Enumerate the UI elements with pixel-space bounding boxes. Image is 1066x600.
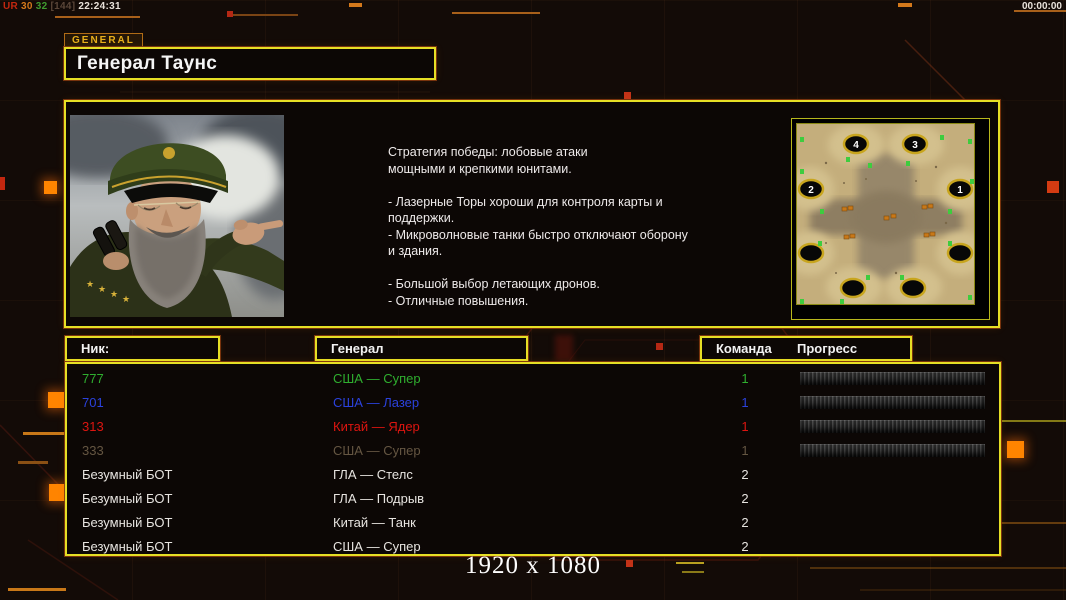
player-nick: 313 [82,419,104,434]
player-team: 1 [741,419,749,434]
loading-screen: UR 30 32 [144] 22:24:31 00:00:00 GENERAL Ген… [0,0,1066,600]
decor-square [1047,181,1059,193]
minimap-start-4: 4 [853,140,859,151]
decor-dash [8,588,66,591]
decor-dash [349,3,362,7]
decor-square [0,177,5,190]
minimap-image: 1 2 3 4 [796,123,975,305]
decor-dash [452,12,540,14]
general-portrait: ★ ★ ★ ★ [70,115,284,317]
player-row: 313 Китай — Ядер 1 [67,415,999,439]
progress-bar [800,372,985,385]
player-row: 701 США — Лазер 1 [67,391,999,415]
player-general: ГЛА — Стелс [333,467,413,482]
player-general: США — Супер [333,443,421,458]
decor-dash [55,16,140,18]
player-nick: Безумный БОТ [82,467,173,482]
decor-square [44,181,57,194]
svg-text:★: ★ [122,295,130,305]
player-general: США — Лазер [333,395,420,410]
decor-square [48,392,64,408]
decor-dash [18,461,48,464]
header-label: Ник: [81,341,110,356]
player-row: Безумный БОТ ГЛА — Стелс 2 [67,463,999,487]
player-general: Китай — Танк [333,515,416,530]
general-title-box: Генерал Таунс [64,47,436,80]
roster-panel: 777 США — Супер 1 701 США — Лазер 1 313 … [65,362,1001,556]
header-label: Прогресс [797,341,858,356]
column-header-nick: Ник: [65,336,220,361]
minimap-start-2: 2 [808,185,814,196]
player-team: 2 [741,467,749,482]
progress-bar [800,396,985,409]
fps-part: 30 [21,1,33,12]
svg-text:★: ★ [110,290,118,300]
svg-text:★: ★ [86,280,94,290]
strategy-text: Стратегия победы: лобовые атаки мощными … [388,145,688,308]
fps-part: UR [3,1,19,12]
decor-square [1007,441,1024,458]
player-row: Безумный БОТ Китай — Танк 2 [67,511,999,535]
column-header-general: Генерал [315,336,528,361]
column-header-team-progress: Команда Прогресс [700,336,912,361]
fps-clock: 22:24:31 [78,1,121,12]
fps-counter: UR 30 32 [144] 22:24:31 [3,1,124,12]
player-team: 1 [741,395,749,410]
minimap-start-3: 3 [912,140,918,151]
player-row: 333 США — Супер 1 [67,439,999,463]
player-team: 1 [741,371,749,386]
decor-dash [23,432,65,435]
minimap: 1 2 3 4 [791,118,990,320]
progress-bar [800,420,985,433]
player-general: Китай — Ядер [333,419,420,434]
fps-part: [144] [50,1,76,12]
decor-dash [228,14,298,16]
header-label: Генерал [331,341,384,356]
decor-square [624,92,631,99]
player-row: 777 США — Супер 1 [67,367,999,391]
player-nick: 777 [82,371,104,386]
header-label: Команда [716,341,772,356]
page-title: Генерал Таунс [77,52,218,74]
player-general: США — Супер [333,371,421,386]
decor-square [656,343,663,350]
progress-bar [800,444,985,457]
resolution-label: 1920 x 1080 [465,552,601,579]
player-team: 1 [741,443,749,458]
player-nick: 333 [82,443,104,458]
decor-blob [555,335,573,361]
minimap-start-1: 1 [957,185,963,196]
player-row: Безумный БОТ ГЛА — Подрыв 2 [67,487,999,511]
player-general: ГЛА — Подрыв [333,491,425,506]
decor-dash [898,3,912,7]
player-nick: 701 [82,395,104,410]
player-nick: Безумный БОТ [82,491,173,506]
match-timer: 00:00:00 [1021,1,1062,12]
briefing-panel: ★ ★ ★ ★ Стратегия победы: лобовые атаки мо… [64,100,1000,328]
decor-square [49,484,66,501]
svg-text:★: ★ [98,285,106,295]
decor-square [227,11,233,17]
player-team: 2 [741,491,749,506]
player-nick: Безумный БОТ [82,515,173,530]
fps-part: 32 [35,1,48,12]
general-portrait-image: ★ ★ ★ ★ [70,115,284,317]
player-team: 2 [741,515,749,530]
